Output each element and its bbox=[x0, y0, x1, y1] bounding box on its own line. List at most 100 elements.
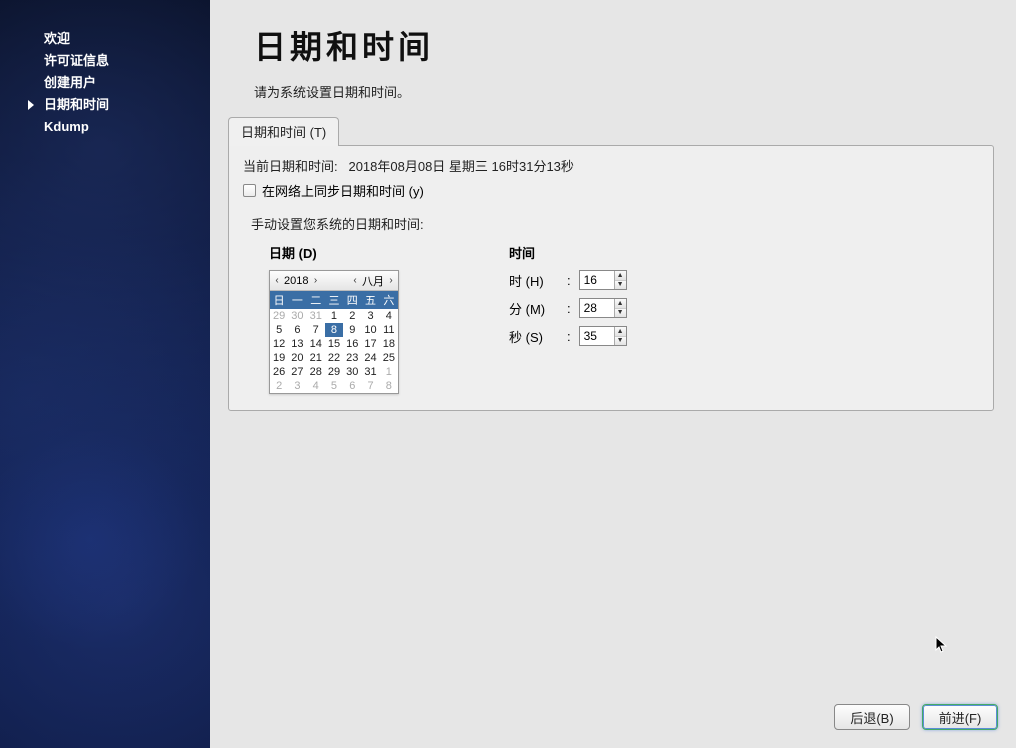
month-next-button[interactable]: › bbox=[386, 274, 396, 288]
calendar-nav: ‹ 2018 › ‹ 八月 › bbox=[270, 271, 398, 291]
calendar-day[interactable]: 5 bbox=[325, 379, 343, 393]
calendar-day[interactable]: 25 bbox=[380, 351, 398, 365]
current-datetime-value: 2018年08月08日 星期三 16时31分13秒 bbox=[348, 159, 573, 174]
calendar-day[interactable]: 29 bbox=[270, 309, 288, 323]
calendar-day[interactable]: 7 bbox=[307, 323, 325, 337]
calendar-day[interactable]: 31 bbox=[307, 309, 325, 323]
calendar-weekday: 日 bbox=[270, 291, 288, 309]
second-colon: : bbox=[567, 329, 571, 344]
second-up-button[interactable]: ▲ bbox=[615, 327, 626, 337]
calendar-day[interactable]: 26 bbox=[270, 365, 288, 379]
hour-up-button[interactable]: ▲ bbox=[615, 271, 626, 281]
calendar-weekday: 三 bbox=[325, 291, 343, 309]
calendar-day[interactable]: 4 bbox=[380, 309, 398, 323]
sidebar-item-welcome[interactable]: 欢迎 bbox=[0, 28, 210, 50]
network-sync-checkbox[interactable] bbox=[243, 184, 256, 197]
hour-label: 时 (H) bbox=[509, 271, 559, 290]
calendar-day[interactable]: 29 bbox=[325, 365, 343, 379]
time-section-label: 时间 bbox=[509, 243, 627, 262]
calendar-day[interactable]: 17 bbox=[361, 337, 379, 351]
calendar-day[interactable]: 19 bbox=[270, 351, 288, 365]
calendar-day[interactable]: 9 bbox=[343, 323, 361, 337]
calendar-day[interactable]: 2 bbox=[343, 309, 361, 323]
calendar-day[interactable]: 12 bbox=[270, 337, 288, 351]
hour-input[interactable] bbox=[580, 271, 614, 289]
calendar-day[interactable]: 3 bbox=[361, 309, 379, 323]
sidebar-item-datetime[interactable]: 日期和时间 bbox=[0, 94, 210, 116]
second-input[interactable] bbox=[580, 327, 614, 345]
calendar-day[interactable]: 8 bbox=[325, 323, 343, 337]
calendar-day[interactable]: 1 bbox=[325, 309, 343, 323]
calendar-day[interactable]: 28 bbox=[307, 365, 325, 379]
calendar-day[interactable]: 30 bbox=[288, 309, 306, 323]
minute-label: 分 (M) bbox=[509, 299, 559, 318]
calendar-month: 八月 bbox=[362, 273, 384, 289]
time-column: 时间 时 (H) : ▲ ▼ 分 (M) bbox=[509, 243, 627, 394]
sidebar-item-kdump[interactable]: Kdump bbox=[0, 116, 210, 138]
sidebar-item-create-user[interactable]: 创建用户 bbox=[0, 72, 210, 94]
minute-spinner: ▲ ▼ bbox=[579, 298, 627, 318]
date-column: 日期 (D) ‹ 2018 › ‹ 八月 › bbox=[269, 243, 399, 394]
tab-strip: 日期和时间 (T) 当前日期和时间: 2018年08月08日 星期三 16时31… bbox=[228, 117, 1000, 411]
calendar-weekday: 一 bbox=[288, 291, 306, 309]
calendar-day[interactable]: 6 bbox=[343, 379, 361, 393]
calendar-day[interactable]: 16 bbox=[343, 337, 361, 351]
calendar-day[interactable]: 23 bbox=[343, 351, 361, 365]
calendar-year: 2018 bbox=[284, 275, 308, 287]
calendar-day[interactable]: 21 bbox=[307, 351, 325, 365]
calendar-day[interactable]: 13 bbox=[288, 337, 306, 351]
year-next-button[interactable]: › bbox=[310, 274, 320, 288]
minute-down-button[interactable]: ▼ bbox=[615, 309, 626, 318]
hour-spinner: ▲ ▼ bbox=[579, 270, 627, 290]
minute-colon: : bbox=[567, 301, 571, 316]
minute-row: 分 (M) : ▲ ▼ bbox=[509, 298, 627, 318]
calendar-day[interactable]: 20 bbox=[288, 351, 306, 365]
month-prev-button[interactable]: ‹ bbox=[350, 274, 360, 288]
calendar-day[interactable]: 31 bbox=[361, 365, 379, 379]
manual-set-label: 手动设置您系统的日期和时间: bbox=[251, 214, 979, 233]
calendar-day[interactable]: 15 bbox=[325, 337, 343, 351]
calendar-day[interactable]: 24 bbox=[361, 351, 379, 365]
network-sync-label: 在网络上同步日期和时间 (y) bbox=[262, 181, 424, 200]
calendar-day[interactable]: 6 bbox=[288, 323, 306, 337]
calendar-weekday-row: 日一二三四五六 bbox=[270, 291, 398, 309]
footer-buttons: 后退(B) 前进(F) bbox=[834, 704, 998, 730]
calendar-weekday: 五 bbox=[361, 291, 379, 309]
calendar-day[interactable]: 1 bbox=[380, 365, 398, 379]
calendar-day[interactable]: 8 bbox=[380, 379, 398, 393]
datetime-panel: 当前日期和时间: 2018年08月08日 星期三 16时31分13秒 在网络上同… bbox=[228, 145, 994, 411]
calendar-day[interactable]: 2 bbox=[270, 379, 288, 393]
calendar-day[interactable]: 22 bbox=[325, 351, 343, 365]
back-button[interactable]: 后退(B) bbox=[834, 704, 910, 730]
minute-up-button[interactable]: ▲ bbox=[615, 299, 626, 309]
network-sync-row: 在网络上同步日期和时间 (y) bbox=[243, 181, 979, 200]
calendar-day[interactable]: 7 bbox=[361, 379, 379, 393]
calendar-weekday: 六 bbox=[380, 291, 398, 309]
minute-input[interactable] bbox=[580, 299, 614, 317]
calendar: ‹ 2018 › ‹ 八月 › 日一二三四五六 bbox=[269, 270, 399, 394]
second-down-button[interactable]: ▼ bbox=[615, 337, 626, 346]
hour-down-button[interactable]: ▼ bbox=[615, 281, 626, 290]
forward-button[interactable]: 前进(F) bbox=[922, 704, 998, 730]
second-row: 秒 (S) : ▲ ▼ bbox=[509, 326, 627, 346]
calendar-day[interactable]: 27 bbox=[288, 365, 306, 379]
hour-row: 时 (H) : ▲ ▼ bbox=[509, 270, 627, 290]
calendar-body: 2930311234567891011121314151617181920212… bbox=[270, 309, 398, 393]
current-datetime-label: 当前日期和时间: bbox=[243, 159, 338, 174]
calendar-day[interactable]: 10 bbox=[361, 323, 379, 337]
second-label: 秒 (S) bbox=[509, 327, 559, 346]
year-prev-button[interactable]: ‹ bbox=[272, 274, 282, 288]
calendar-day[interactable]: 3 bbox=[288, 379, 306, 393]
main-content: 日期和时间 请为系统设置日期和时间。 日期和时间 (T) 当前日期和时间: 20… bbox=[210, 0, 1016, 748]
tab-datetime[interactable]: 日期和时间 (T) bbox=[228, 117, 339, 146]
calendar-weekday: 四 bbox=[343, 291, 361, 309]
calendar-day[interactable]: 5 bbox=[270, 323, 288, 337]
calendar-day[interactable]: 30 bbox=[343, 365, 361, 379]
calendar-day[interactable]: 4 bbox=[307, 379, 325, 393]
calendar-day[interactable]: 14 bbox=[307, 337, 325, 351]
datetime-columns: 日期 (D) ‹ 2018 › ‹ 八月 › bbox=[243, 243, 979, 394]
sidebar-item-license[interactable]: 许可证信息 bbox=[0, 50, 210, 72]
calendar-day[interactable]: 11 bbox=[380, 323, 398, 337]
calendar-day[interactable]: 18 bbox=[380, 337, 398, 351]
calendar-weekday: 二 bbox=[307, 291, 325, 309]
